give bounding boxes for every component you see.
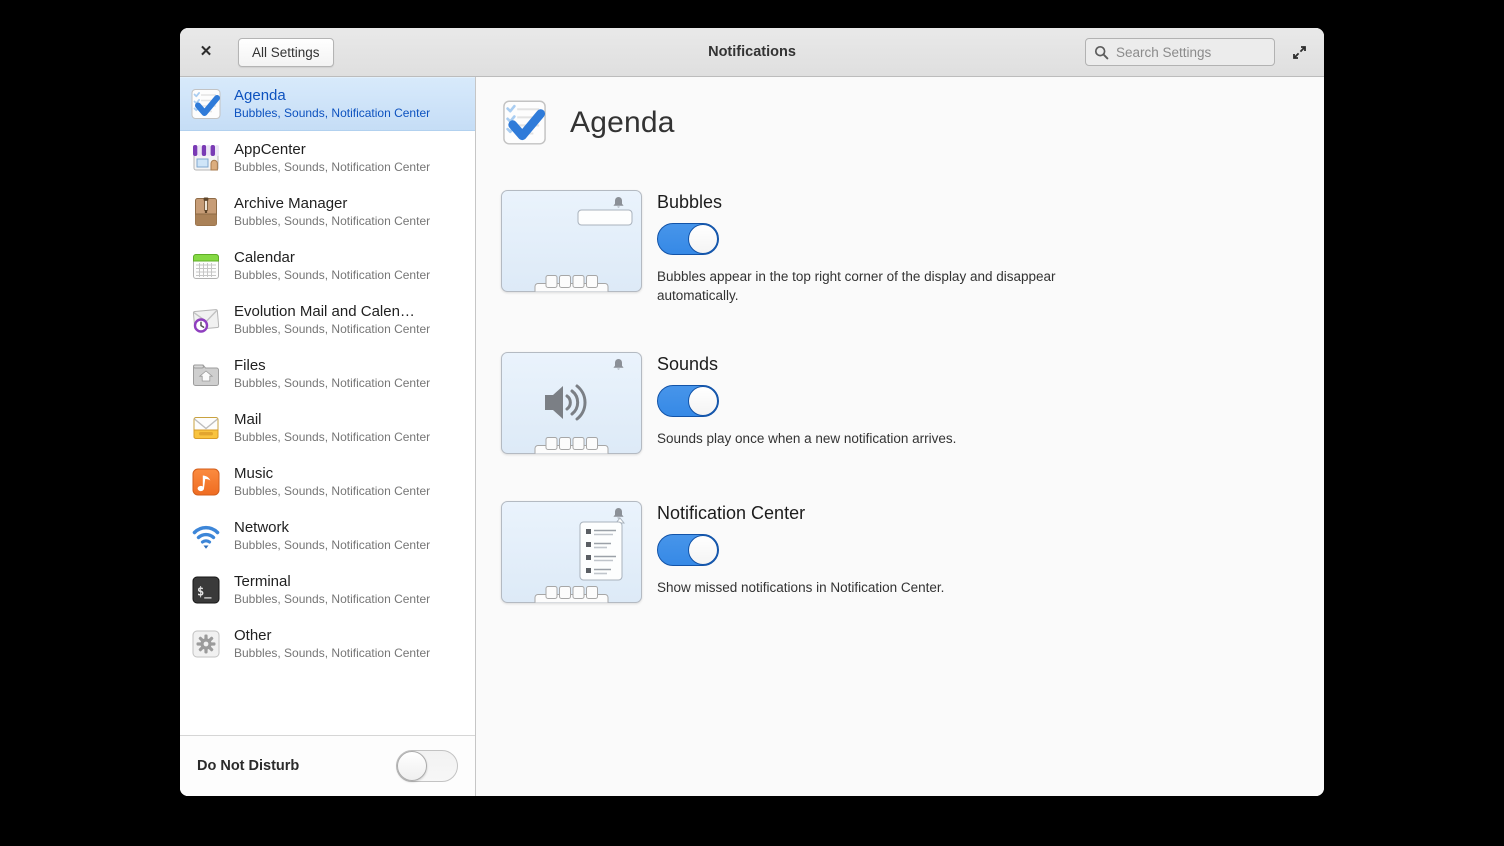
bubble-illustration (501, 190, 642, 292)
setting-description: Show missed notifications in Notificatio… (657, 580, 945, 596)
sounds-toggle[interactable] (657, 385, 719, 418)
sound-illustration (501, 352, 642, 455)
setting-section: Sounds Sounds play once when a new notif… (501, 352, 1324, 455)
do-not-disturb-row: Do Not Disturb (180, 735, 475, 796)
setting-title: Sounds (657, 354, 719, 375)
app-notification-summary: Bubbles, Sounds, Notification Center (234, 213, 431, 228)
all-settings-button[interactable]: All Settings (238, 37, 334, 67)
setting-description: Bubbles appear in the top right corner o… (657, 269, 1056, 303)
agenda-icon (501, 99, 548, 146)
fullscreen-icon[interactable] (1289, 42, 1310, 63)
app-name: Files (234, 356, 266, 374)
app-name: Network (234, 518, 290, 536)
terminal-icon: $_ (190, 574, 222, 606)
toggle-knob (397, 751, 427, 781)
sidebar-item-files[interactable]: Files Bubbles, Sounds, Notification Cent… (180, 347, 475, 401)
app-header: Agenda (501, 99, 1324, 146)
search-icon (1094, 45, 1109, 59)
files-icon (190, 358, 222, 390)
setting-title: Bubbles (657, 192, 723, 212)
svg-text:$_: $_ (197, 585, 212, 600)
setting-section: Notification Center Show missed notifica… (501, 501, 1324, 604)
setting-description: Sounds play once when a new notification… (657, 431, 957, 447)
bubbles-toggle[interactable] (657, 223, 719, 255)
close-icon[interactable]: ✕ (194, 40, 218, 64)
app-name: Agenda (234, 86, 286, 104)
sidebar-item-mail[interactable]: Mail Bubbles, Sounds, Notification Cente… (180, 401, 475, 455)
other-icon (190, 628, 222, 660)
agenda-icon (190, 88, 222, 120)
notification-center-illustration (501, 501, 642, 604)
app-name: Other (234, 626, 272, 644)
sidebar-item-archive-manager[interactable]: Archive Manager Bubbles, Sounds, Notific… (180, 185, 475, 239)
app-sidebar: Agenda Bubbles, Sounds, Notification Cen… (180, 77, 476, 796)
toggle-knob (688, 535, 718, 566)
app-notification-summary: Bubbles, Sounds, Notification Center (234, 429, 431, 444)
sidebar-item-music[interactable]: Music Bubbles, Sounds, Notification Cent… (180, 455, 475, 509)
evolution-icon (190, 304, 222, 336)
app-notification-summary: Bubbles, Sounds, Notification Center (234, 267, 431, 282)
app-title: Agenda (570, 105, 675, 139)
app-notification-summary: Bubbles, Sounds, Notification Center (234, 321, 431, 336)
search-settings-input[interactable] (1116, 44, 1266, 60)
app-name: Archive Manager (234, 194, 348, 212)
app-notification-summary: Bubbles, Sounds, Notification Center (234, 483, 431, 498)
app-notification-summary: Bubbles, Sounds, Notification Center (234, 645, 431, 660)
calendar-icon (190, 250, 222, 282)
setting-section: Bubbles Bubbles appear in the top right … (501, 190, 1324, 305)
app-notification-summary: Bubbles, Sounds, Notification Center (234, 375, 431, 390)
sidebar-item-agenda[interactable]: Agenda Bubbles, Sounds, Notification Cen… (180, 77, 475, 131)
network-icon (190, 520, 222, 552)
toggle-knob (688, 386, 718, 417)
titlebar: ✕ All Settings Notifications (180, 28, 1324, 77)
sidebar-item-network[interactable]: Network Bubbles, Sounds, Notification Ce… (180, 509, 475, 563)
settings-window: ✕ All Settings Notifications Search Sett… (180, 28, 1324, 796)
do-not-disturb-toggle[interactable] (396, 750, 458, 782)
app-notification-summary: Bubbles, Sounds, Notification Center (234, 105, 431, 120)
app-name: Evolution Mail and Calen… (234, 302, 415, 320)
sidebar-item-appcenter[interactable]: AppCenter Bubbles, Sounds, Notification … (180, 131, 475, 185)
setting-title: Notification Center (657, 503, 806, 524)
app-name: AppCenter (234, 140, 306, 158)
archive-icon (190, 196, 222, 228)
sidebar-item-calendar[interactable]: Calendar Bubbles, Sounds, Notification C… (180, 239, 475, 293)
search-field[interactable] (1085, 38, 1275, 66)
sidebar-item-terminal[interactable]: $_ Terminal Bubbles, Sounds, Notificatio… (180, 563, 475, 617)
notification-center-toggle[interactable] (657, 534, 719, 567)
sidebar-item-evolution-mail-and-calen[interactable]: Evolution Mail and Calen… Bubbles, Sound… (180, 293, 475, 347)
app-name: Calendar (234, 248, 295, 266)
music-icon (190, 466, 222, 498)
mail-icon (190, 412, 222, 444)
toggle-knob (688, 224, 718, 254)
appcenter-icon (190, 142, 222, 174)
app-name: Terminal (234, 572, 291, 590)
app-notification-summary: Bubbles, Sounds, Notification Center (234, 591, 431, 606)
app-list: Agenda Bubbles, Sounds, Notification Cen… (180, 77, 475, 735)
do-not-disturb-label: Do Not Disturb (197, 758, 300, 774)
notification-settings: Bubbles Bubbles appear in the top right … (501, 190, 1324, 604)
app-notification-summary: Bubbles, Sounds, Notification Center (234, 537, 431, 552)
app-notification-summary: Bubbles, Sounds, Notification Center (234, 159, 431, 174)
sidebar-item-other[interactable]: Other Bubbles, Sounds, Notification Cent… (180, 617, 475, 671)
app-name: Music (234, 464, 274, 482)
main-panel: Agenda Bubbles Bubbles appear in the top… (476, 77, 1324, 796)
app-name: Mail (234, 410, 262, 428)
